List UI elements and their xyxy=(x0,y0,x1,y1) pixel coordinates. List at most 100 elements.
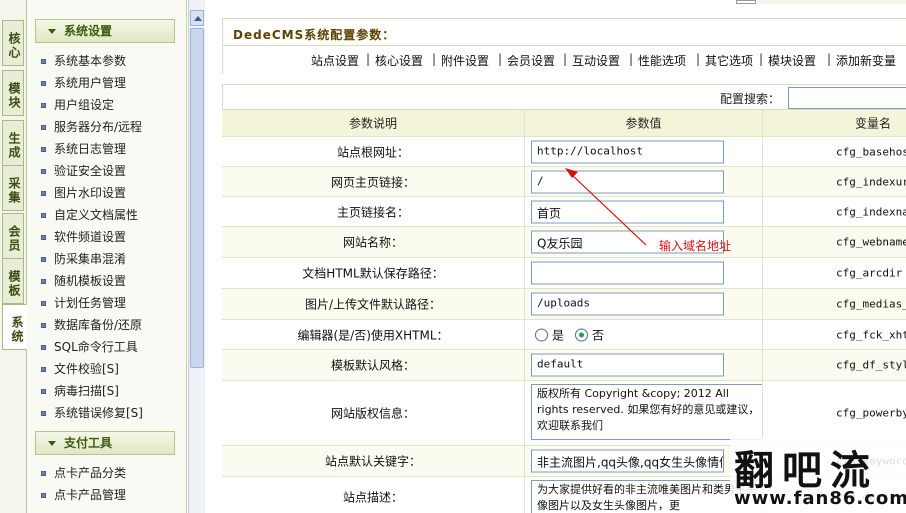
menu-item[interactable]: 文件校验[S] xyxy=(41,360,119,378)
scroll-thumb[interactable] xyxy=(190,28,204,368)
menu-group-system-settings[interactable]: 系统设置 xyxy=(35,19,175,43)
menu-item[interactable]: 数据库备份/还原 xyxy=(41,316,142,334)
param-value-cell: default xyxy=(525,350,763,380)
param-value-input[interactable]: /uploads xyxy=(531,292,724,316)
var-name-cell: cfg_fck_xhtml xyxy=(763,320,906,349)
param-value-input[interactable]: / xyxy=(531,170,724,193)
vtab-core[interactable]: 核心 xyxy=(2,20,24,66)
param-value-input[interactable]: default xyxy=(531,353,724,377)
param-value-input[interactable] xyxy=(531,261,724,285)
menu-item[interactable]: 防采集串混淆 xyxy=(41,250,126,268)
param-value-cell: /uploads xyxy=(525,289,763,319)
table-header-row: 参数说明 参数值 变量名 xyxy=(222,110,906,137)
table-row: 网站版权信息： 版权所有 Copyright &copy; 2012 All ri… xyxy=(222,381,906,446)
param-value-cell: 首页 xyxy=(525,197,763,226)
param-label: 图片/上传文件默认路径： xyxy=(304,297,442,312)
menu-item[interactable]: 系统日志管理 xyxy=(41,140,126,158)
bullet-icon xyxy=(41,345,46,350)
bullet-icon xyxy=(41,257,46,262)
radio-1[interactable] xyxy=(575,328,588,341)
menu-item[interactable]: 计划任务管理 xyxy=(41,294,126,312)
tab-3[interactable]: 会员设置 xyxy=(507,52,555,69)
menu-item[interactable]: 系统基本参数 xyxy=(41,52,126,70)
var-name: cfg_indexurl xyxy=(836,175,906,188)
var-name: cfg_indexname xyxy=(836,205,906,218)
chevron-down-icon xyxy=(48,441,56,446)
var-name: cfg_medias_dir xyxy=(836,297,906,311)
param-value-input[interactable]: http://localhost xyxy=(531,140,724,163)
tab-4[interactable]: 互动设置 xyxy=(572,52,620,69)
menu-item-label: 系统日志管理 xyxy=(54,142,127,156)
vtab-collect[interactable]: 采集 xyxy=(2,165,24,211)
param-label-cell: 图片/上传文件默认路径： xyxy=(222,289,525,319)
frame-gap xyxy=(206,0,216,513)
table-row: 网页主页链接： / cfg_indexurl xyxy=(222,167,906,197)
vtab-system[interactable]: 系统 xyxy=(2,304,27,350)
vtab-template[interactable]: 模板 xyxy=(2,258,24,304)
menu-item-label: 点卡产品管理 xyxy=(54,488,127,502)
param-value-cell: 为大家提供好看的非主流唯美图片和类男生头像图片以及女生头像图片，更 xyxy=(525,477,763,513)
sidebar-scrollbar[interactable] xyxy=(188,0,205,513)
menu-item-label: 随机模板设置 xyxy=(54,274,127,288)
menu-item-label: 图片水印设置 xyxy=(54,186,127,200)
param-label: 站点描述： xyxy=(342,490,403,504)
param-value-input[interactable]: 非主流图片,qq头像,qq女生头像情侣 xyxy=(531,449,724,473)
bullet-icon xyxy=(41,191,46,196)
tab-8[interactable]: 添加新变量 xyxy=(836,52,896,69)
tab-separator: | xyxy=(366,52,371,66)
config-tabs: 站点设置 | 核心设置 | 附件设置 | 会员设置 | 互动设置 | 性能选项 | 其它选项 | 模块设置 |… xyxy=(222,46,906,74)
menu-item[interactable]: 服务器分布/远程 xyxy=(41,118,142,136)
menu-item[interactable]: 图片水印设置 xyxy=(41,184,126,202)
param-label-cell: 网站版权信息： xyxy=(222,381,525,445)
menu-item[interactable]: SQL命令行工具 xyxy=(41,338,138,356)
tab-separator: | xyxy=(563,52,568,66)
page-title: DedeCMS系统配置参数： xyxy=(233,28,396,42)
menu-item[interactable]: 随机模板设置 xyxy=(41,272,126,290)
toolbar-button-edge[interactable] xyxy=(736,0,756,4)
menu-item[interactable]: 点卡产品分类 xyxy=(41,464,126,482)
menu-item[interactable]: 病毒扫描[S] xyxy=(41,382,119,400)
param-label: 网站名称： xyxy=(342,235,403,250)
menu-item[interactable]: 系统用户管理 xyxy=(41,74,126,92)
chevron-down-icon xyxy=(48,29,56,34)
menu-item-label: 软件频道设置 xyxy=(54,230,127,244)
tab-1[interactable]: 核心设置 xyxy=(375,52,423,69)
tab-5[interactable]: 性能选项 xyxy=(638,52,686,69)
menu-group-payment-tools[interactable]: 支付工具 xyxy=(35,431,175,455)
menu-item[interactable]: 软件频道设置 xyxy=(41,228,126,246)
bullet-icon xyxy=(41,125,46,130)
vtab-module[interactable]: 模块 xyxy=(2,70,24,116)
radio-0[interactable] xyxy=(535,328,548,341)
param-value-textarea[interactable]: 为大家提供好看的非主流唯美图片和类男生头像图片以及女生头像图片，更 xyxy=(531,480,762,513)
vtab-generate[interactable]: 生成 xyxy=(2,120,24,166)
tab-0[interactable]: 站点设置 xyxy=(311,52,359,69)
tab-separator: | xyxy=(696,52,701,66)
radio-label: 是 xyxy=(552,328,565,342)
config-search-input[interactable] xyxy=(788,87,906,109)
menu-item[interactable]: 点卡产品管理 xyxy=(41,486,126,504)
table-row: 图片/上传文件默认路径： /uploads cfg_medias_dir xyxy=(222,289,906,320)
vtab-member[interactable]: 会员 xyxy=(2,213,24,259)
tab-7[interactable]: 模块设置 xyxy=(768,52,816,69)
menu-group-title: 支付工具 xyxy=(64,436,113,450)
menu-item-label: 服务器分布/远程 xyxy=(54,120,143,134)
tab-2[interactable]: 附件设置 xyxy=(441,52,489,69)
param-value-textarea[interactable]: 版权所有 Copyright &copy; 2012 All rights re… xyxy=(531,384,762,440)
table-row: 模板默认风格： default cfg_df_style xyxy=(222,350,906,381)
top-toolbar-edge xyxy=(736,0,906,4)
param-label-cell: 主页链接名： xyxy=(222,197,525,226)
menu-item[interactable]: 系统错误修复[S] xyxy=(41,404,143,422)
menu-item[interactable]: 验证安全设置 xyxy=(41,162,126,180)
param-value-input[interactable]: 首页 xyxy=(531,200,724,223)
bullet-icon xyxy=(41,103,46,108)
bullet-icon xyxy=(41,235,46,240)
tab-6[interactable]: 其它选项 xyxy=(705,52,753,69)
menu-item[interactable]: 自定义文档属性 xyxy=(41,206,138,224)
scroll-up-icon[interactable] xyxy=(190,10,204,26)
menu-item[interactable]: 用户组设定 xyxy=(41,96,114,114)
param-label: 站点根网址： xyxy=(336,145,409,159)
bullet-icon xyxy=(41,147,46,152)
bullet-icon xyxy=(41,493,46,498)
table-row: 网站名称： Q友乐园 cfg_webname xyxy=(222,227,906,258)
config-search-label: 配置搜索： xyxy=(720,92,781,106)
